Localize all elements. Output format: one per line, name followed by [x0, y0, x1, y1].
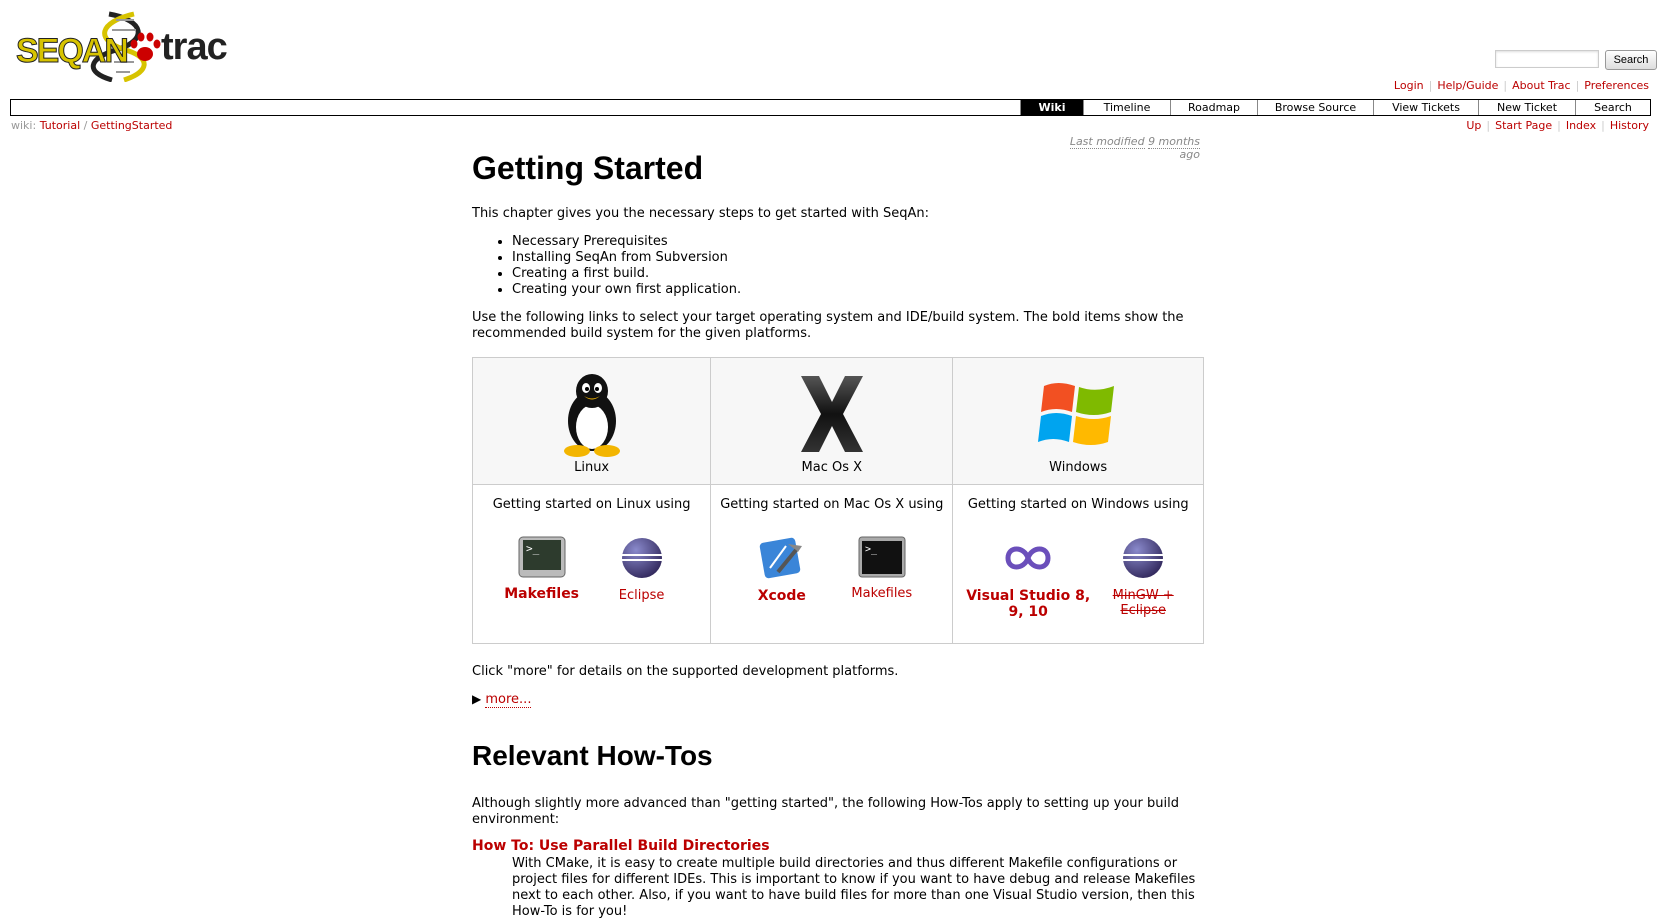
nav-tab-search[interactable]: Search: [1575, 100, 1650, 115]
meta-nav: Login | Help/Guide | About Trac | Preferences: [1393, 79, 1649, 92]
os-cell-linux: Linux: [471, 357, 712, 485]
tools-heading-windows: Getting started on Windows using: [967, 497, 1189, 512]
eclipse-icon: [1123, 538, 1164, 578]
xcode-icon: [759, 537, 802, 579]
tools-cell-macosx: Getting started on Mac Os X using Xcode: [710, 484, 954, 644]
list-item: Necessary Prerequisites: [512, 234, 741, 250]
last-modified-prefix[interactable]: Last modified: [1069, 135, 1145, 149]
terminal-icon: >_: [858, 536, 906, 578]
list-item: Creating a first build.: [512, 266, 741, 282]
up-link[interactable]: Up: [1466, 119, 1481, 132]
tool-link-visual-studio[interactable]: Visual Studio 8, 9, 10: [963, 588, 1093, 620]
logo-seqan-text: SEQAN: [16, 32, 130, 71]
eclipse-icon: [621, 538, 662, 578]
terminal-icon: >_: [518, 536, 566, 578]
howtos-intro: Although slightly more advanced than "ge…: [472, 796, 1179, 827]
tool-windows-visual-studio[interactable]: Visual Studio 8, 9, 10: [963, 536, 1093, 620]
last-modified-age[interactable]: 9 months: [1148, 135, 1200, 149]
tool-linux-eclipse[interactable]: Eclipse: [592, 536, 692, 603]
triangle-right-icon: ▶: [472, 692, 482, 706]
breadcrumb-prefix: wiki:: [11, 119, 37, 132]
nav-tab-browse-source[interactable]: Browse Source: [1257, 100, 1373, 115]
list-item: Installing SeqAn from Subversion: [512, 250, 741, 266]
os-cell-macosx: Mac Os X: [710, 357, 954, 485]
os-label-windows: Windows: [1049, 460, 1108, 475]
howtos-heading: Relevant How-Tos: [472, 740, 713, 771]
tool-link-makefiles[interactable]: Makefiles: [492, 586, 592, 602]
more-toggle[interactable]: ▶ more...: [472, 692, 532, 708]
steps-list: Necessary Prerequisites Installing SeqAn…: [472, 234, 741, 298]
tool-linux-makefiles[interactable]: >_ Makefiles: [492, 536, 592, 603]
breadcrumb-separator: /: [83, 119, 88, 132]
about-trac-link[interactable]: About Trac: [1512, 79, 1570, 92]
tool-link-eclipse[interactable]: Eclipse: [592, 588, 692, 603]
platform-table: Linux Mac Os X Windows Getting started o…: [471, 357, 1204, 644]
howto-parallel-build-description: With CMake, it is easy to create multipl…: [512, 856, 1196, 919]
seqan-trac-logo[interactable]: SEQAN trac: [14, 10, 244, 82]
preferences-link[interactable]: Preferences: [1584, 79, 1649, 92]
history-link[interactable]: History: [1610, 119, 1649, 132]
mac-os-x-icon: [800, 376, 863, 452]
page-title: Getting Started: [472, 150, 704, 186]
links-text: Use the following links to select your t…: [472, 310, 1184, 341]
nav-tab-wiki[interactable]: Wiki: [1020, 100, 1083, 115]
tool-link-mingw-eclipse[interactable]: MinGW + Eclipse: [1093, 588, 1193, 618]
tools-cell-linux: Getting started on Linux using >_ Makefi…: [471, 484, 712, 644]
tool-mac-makefiles[interactable]: >_ Makefiles: [832, 536, 932, 604]
more-link[interactable]: more...: [485, 692, 532, 708]
last-modified: Last modified 9 months ago: [1050, 135, 1200, 161]
os-label-linux: Linux: [574, 460, 610, 475]
list-item: Creating your own first application.: [512, 282, 741, 298]
visual-studio-icon: [1005, 546, 1051, 570]
intro-text: This chapter gives you the necessary ste…: [472, 206, 929, 221]
logo-trac-text: trac: [161, 26, 228, 68]
tools-cell-windows: Getting started on Windows using Visual …: [952, 484, 1204, 644]
os-cell-windows: Windows: [952, 357, 1204, 485]
tools-heading-linux: Getting started on Linux using: [492, 497, 691, 512]
os-label-macosx: Mac Os X: [801, 460, 863, 475]
main-nav: Wiki Timeline Roadmap Browse Source View…: [10, 99, 1651, 116]
nav-tab-timeline[interactable]: Timeline: [1083, 100, 1170, 115]
howto-parallel-build-link[interactable]: How To: Use Parallel Build Directories: [472, 838, 770, 854]
breadcrumb-tutorial-link[interactable]: Tutorial: [40, 119, 80, 132]
breadcrumb: wiki: Tutorial / GettingStarted: [11, 119, 172, 132]
tool-link-makefiles-mac[interactable]: Makefiles: [832, 586, 932, 601]
breadcrumb-gettingstarted-link[interactable]: GettingStarted: [91, 119, 173, 132]
search-button[interactable]: Search: [1605, 50, 1657, 70]
tool-mac-xcode[interactable]: Xcode: [732, 536, 832, 604]
tools-heading-macosx: Getting started on Mac Os X using: [720, 497, 944, 512]
search-input[interactable]: [1495, 50, 1599, 68]
windows-flag-icon: [1038, 383, 1115, 445]
index-link[interactable]: Index: [1566, 119, 1596, 132]
more-intro-text: Click "more" for details on the supporte…: [472, 664, 899, 679]
svg-text:>_: >_: [526, 542, 540, 555]
last-modified-suffix: ago: [1179, 148, 1200, 161]
paw-icon: [130, 32, 161, 61]
nav-tab-view-tickets[interactable]: View Tickets: [1373, 100, 1478, 115]
start-page-link[interactable]: Start Page: [1495, 119, 1552, 132]
linux-penguin-icon: [563, 374, 620, 457]
login-link[interactable]: Login: [1394, 79, 1424, 92]
svg-text:>_: >_: [865, 544, 878, 555]
nav-tab-roadmap[interactable]: Roadmap: [1170, 100, 1257, 115]
tool-link-xcode[interactable]: Xcode: [732, 588, 832, 604]
context-nav: Up | Start Page | Index | History: [1466, 119, 1649, 132]
nav-tab-new-ticket[interactable]: New Ticket: [1478, 100, 1575, 115]
help-guide-link[interactable]: Help/Guide: [1437, 79, 1498, 92]
tool-windows-mingw-eclipse[interactable]: MinGW + Eclipse: [1093, 536, 1193, 620]
